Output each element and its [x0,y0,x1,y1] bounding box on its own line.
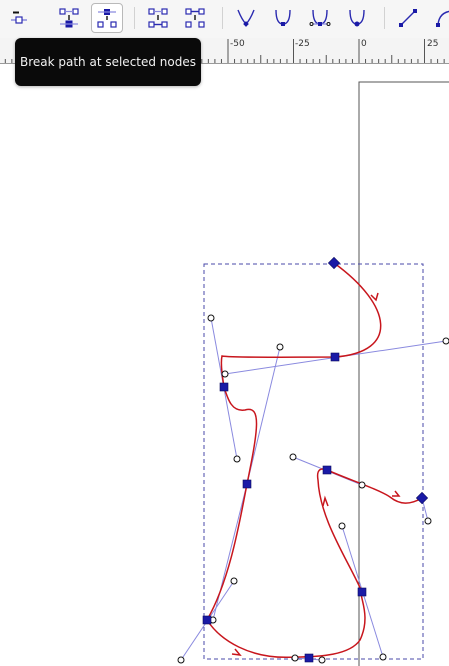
page-border [358,81,449,666]
break-path-icon [97,9,117,28]
handle-points[interactable] [177,314,449,664]
make-curve-button[interactable] [429,3,449,33]
join-nodes-icon [59,8,79,28]
node-handles [180,317,447,661]
smooth-node [322,465,332,475]
canvas-drawing[interactable] [0,64,449,666]
ruler-label: 25 [427,39,439,49]
cusp-node-icon [237,9,255,27]
drawing-canvas[interactable] [0,64,449,666]
tooltip: Break path at selected nodes [15,38,201,86]
smooth-node [202,615,212,625]
node-toolbar [0,0,449,38]
split-path-icon [185,8,205,28]
auto-smooth-node-icon [349,9,365,27]
symmetric-node-icon [309,9,331,26]
join-with-segment-button[interactable] [142,3,174,33]
smooth-node [219,382,229,392]
smooth-node [304,653,314,663]
ruler-label: -25 [295,39,310,49]
delete-segment-button[interactable] [3,3,35,33]
split-path-button[interactable] [179,3,211,33]
toolbar-separator [384,7,385,29]
make-auto-smooth-button[interactable] [341,3,373,33]
delete-segment-icon [11,11,27,24]
join-segment-icon [148,8,168,28]
curve-segment-icon [436,10,449,27]
smooth-node [357,587,367,597]
join-nodes-button[interactable] [53,3,85,33]
ruler-label: -50 [230,39,245,49]
make-smooth-button[interactable] [267,3,299,33]
cusp-node [327,256,341,270]
make-line-button[interactable] [392,3,424,33]
smooth-node-icon [275,9,291,26]
make-cusp-button[interactable] [230,3,262,33]
toolbar-separator [134,7,135,29]
cusp-node [415,491,429,505]
ruler-label: 0 [361,39,367,49]
break-path-button[interactable] [91,3,123,33]
make-symmetric-button[interactable] [304,3,336,33]
toolbar-separator [222,7,223,29]
smooth-node [330,352,340,362]
line-segment-icon [399,9,417,27]
tooltip-text: Break path at selected nodes [19,55,197,69]
smooth-node [242,479,252,489]
